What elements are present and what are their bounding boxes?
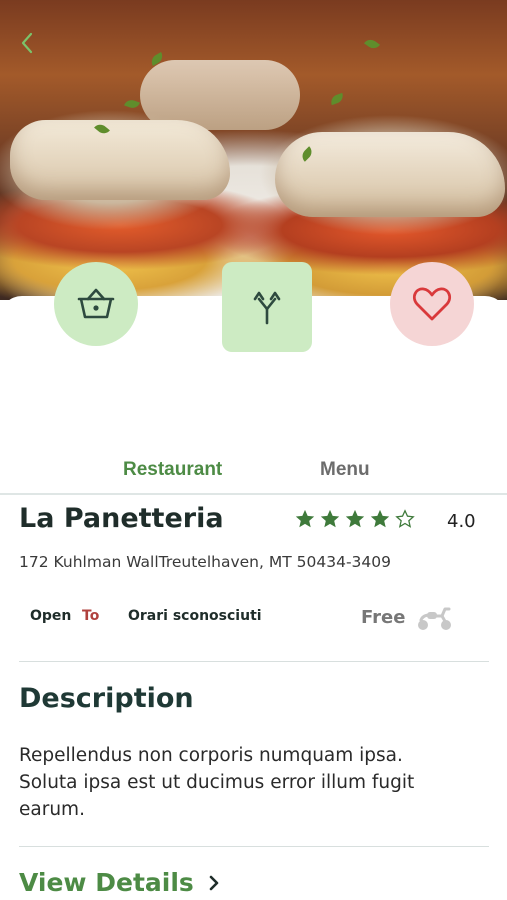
directions-button[interactable] <box>222 262 312 352</box>
tab-underline <box>0 493 507 495</box>
opening-hours: Open To Orari sconosciuti <box>30 608 262 624</box>
heart-icon <box>413 287 451 321</box>
hero-food-shape <box>10 120 230 200</box>
rating-value: 4.0 <box>447 511 476 532</box>
hero-food-shape <box>124 97 140 111</box>
tab-bar: Restaurant Menu <box>0 455 507 495</box>
back-button[interactable] <box>14 30 40 56</box>
hours-to-label: To <box>82 608 100 624</box>
view-details-label: View Details <box>19 868 194 897</box>
section-divider <box>19 661 489 662</box>
hours-open-label: Open <box>30 608 72 624</box>
restaurant-address: 172 Kuhlman WallTreutelhaven, MT 50434-3… <box>19 553 391 571</box>
chevron-right-icon <box>209 875 219 890</box>
description-text: Repellendus non corporis numquam ipsa. S… <box>19 745 415 820</box>
route-icon <box>253 291 281 325</box>
delivery-cost: Free <box>361 607 406 628</box>
tab-menu[interactable]: Menu <box>320 459 370 481</box>
hours-value: Orari sconosciuti <box>128 608 262 624</box>
hero-image <box>0 0 507 300</box>
view-details-link[interactable]: View Details <box>19 868 220 897</box>
star-icon <box>320 509 340 528</box>
star-icon <box>345 509 365 528</box>
add-to-basket-button[interactable] <box>54 262 138 346</box>
description-title: Description <box>19 683 194 714</box>
basket-icon <box>77 288 115 319</box>
favorite-button[interactable] <box>390 262 474 346</box>
star-icon <box>295 509 315 528</box>
rating-stars <box>294 508 416 530</box>
star-outline-icon <box>395 509 415 528</box>
hero-food-shape <box>329 92 345 106</box>
scooter-icon <box>415 603 455 637</box>
section-divider <box>19 846 489 847</box>
star-icon <box>370 509 390 528</box>
back-arrow-icon <box>21 32 33 54</box>
hero-food-shape <box>275 132 505 217</box>
hero-food-shape <box>363 36 381 52</box>
restaurant-name: La Panetteria <box>19 503 224 534</box>
tab-restaurant[interactable]: Restaurant <box>123 459 222 481</box>
